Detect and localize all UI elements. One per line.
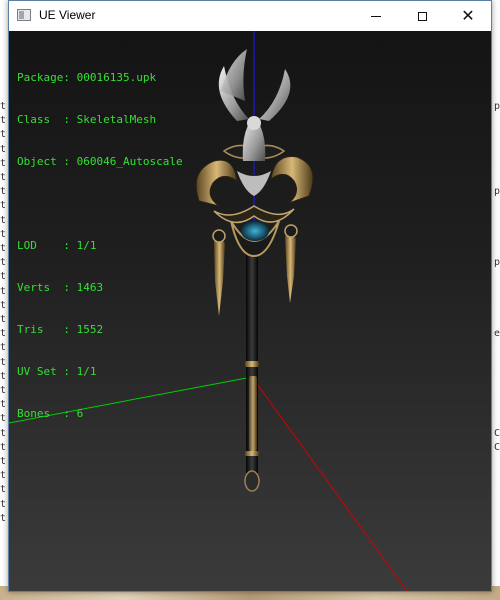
- minimize-icon: [371, 15, 381, 17]
- mesh-info-overlay: Package: 00016135.upk Class : SkeletalMe…: [17, 43, 183, 449]
- title-bar[interactable]: UE Viewer ✕: [9, 1, 491, 31]
- info-verts: Verts : 1463: [17, 281, 104, 294]
- staff-mesh: [195, 49, 314, 492]
- maximize-button[interactable]: [399, 1, 445, 31]
- info-uvset: UV Set : 1/1: [17, 365, 97, 378]
- info-class: Class : SkeletalMesh: [17, 113, 157, 126]
- 3d-viewport[interactable]: Package: 00016135.upk Class : SkeletalMe…: [9, 31, 491, 591]
- x-axis-line: [251, 376, 408, 591]
- maximize-icon: [417, 11, 427, 21]
- app-icon[interactable]: [17, 9, 31, 21]
- window-title: UE Viewer: [39, 8, 96, 22]
- minimize-button[interactable]: [353, 1, 399, 31]
- info-bones: Bones : 6: [17, 407, 84, 420]
- info-tris: Tris : 1552: [17, 323, 104, 336]
- info-package: Package: 00016135.upk: [17, 71, 157, 84]
- info-object: Object : 060046_Autoscale: [17, 155, 183, 168]
- info-lod: LOD : 1/1: [17, 239, 97, 252]
- close-icon: ✕: [461, 6, 475, 25]
- close-button[interactable]: ✕: [445, 1, 491, 31]
- ue-viewer-window: UE Viewer ✕ Package: 00016135.upk Class …: [8, 0, 492, 592]
